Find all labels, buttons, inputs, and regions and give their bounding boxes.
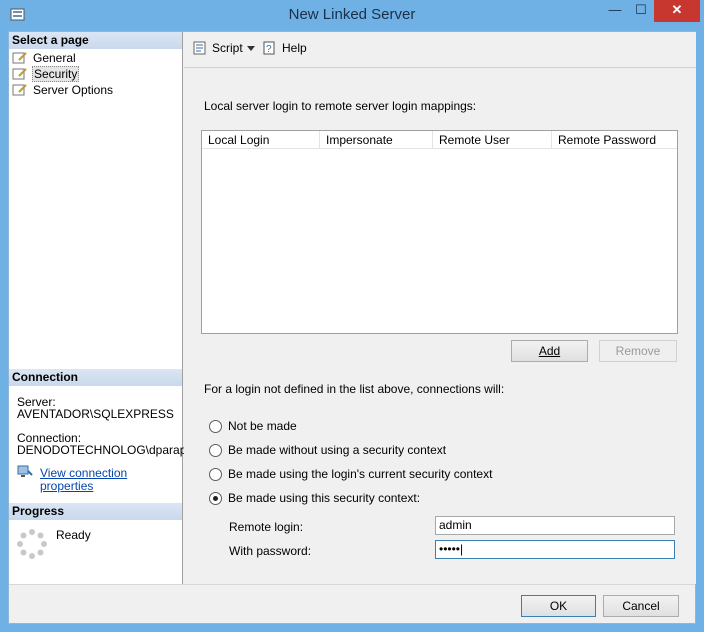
add-label: Add: [538, 344, 561, 358]
maximize-button[interactable]: ☐: [628, 0, 654, 22]
minimize-button[interactable]: —: [602, 0, 628, 22]
page-item-label: Server Options: [33, 83, 114, 97]
close-button[interactable]: ✕: [654, 0, 700, 22]
progress-header: Progress: [9, 503, 182, 520]
remove-button[interactable]: Remove: [599, 340, 677, 362]
mappings-label: Local server login to remote server logi…: [204, 99, 477, 113]
dialog-client: Select a page General Security Server Op…: [8, 31, 696, 624]
connections-label: For a login not defined in the list abov…: [204, 382, 505, 396]
page-item-security[interactable]: Security: [12, 66, 80, 82]
svg-text:?: ?: [266, 44, 272, 55]
option-label: Be made using the login's current securi…: [228, 467, 493, 481]
add-button[interactable]: Add: [511, 340, 588, 362]
cancel-button[interactable]: Cancel: [603, 595, 679, 617]
toolbar: Script ? Help: [184, 32, 696, 68]
new-linked-server-window: New Linked Server — ☐ ✕ Select a page Ge…: [0, 0, 704, 632]
help-icon: ?: [263, 41, 275, 55]
title-bar[interactable]: New Linked Server — ☐ ✕: [0, 0, 704, 30]
page-item-general[interactable]: General: [12, 50, 77, 66]
option-current-security-context[interactable]: Be made using the login's current securi…: [209, 467, 492, 481]
wrench-page-icon: [12, 68, 27, 80]
progress-status: Ready: [56, 528, 91, 542]
option-this-security-context[interactable]: Be made using this security context:: [209, 491, 420, 505]
option-label: Be made without using a security context: [228, 443, 447, 457]
radio-button[interactable]: [209, 443, 222, 457]
server-value: AVENTADOR\SQLEXPRESS: [17, 407, 174, 421]
remote-login-field[interactable]: admin: [435, 516, 675, 535]
script-dropdown[interactable]: [247, 41, 255, 55]
page-item-label: Security: [32, 66, 80, 82]
remote-login-label: Remote login:: [229, 520, 304, 534]
password-field[interactable]: •••••|: [435, 540, 675, 559]
option-not-be-made[interactable]: Not be made: [209, 419, 297, 433]
help-button[interactable]: ? Help: [262, 41, 307, 55]
window-title: New Linked Server: [288, 6, 416, 23]
script-icon: [193, 41, 206, 55]
password-label: With password:: [229, 544, 312, 558]
remove-label: Remove: [615, 344, 661, 358]
connection-value: DENODOTECHNOLOG\dparapar: [17, 443, 198, 457]
page-item-label: General: [33, 51, 76, 65]
page-item-server-options[interactable]: Server Options: [12, 82, 114, 98]
column-header[interactable]: Remote Password: [552, 131, 677, 148]
wrench-page-icon: [12, 84, 27, 96]
connection-properties-icon: [17, 465, 33, 477]
wrench-page-icon: [12, 52, 27, 64]
script-label: Script: [212, 41, 243, 55]
chevron-down-icon: [247, 46, 255, 51]
dialog-footer: OK Cancel: [9, 584, 695, 623]
grid-header: Local Login Impersonate Remote User Remo…: [202, 131, 677, 149]
right-pane: Script ? Help Local server login to remo…: [184, 32, 696, 584]
option-without-security-context[interactable]: Be made without using a security context: [209, 443, 446, 457]
ok-button[interactable]: OK: [521, 595, 596, 617]
column-header[interactable]: Remote User: [433, 131, 552, 148]
left-pane: Select a page General Security Server Op…: [9, 32, 197, 584]
option-label: Be made using this security context:: [228, 491, 421, 505]
connection-header: Connection: [9, 369, 182, 386]
radio-button[interactable]: [209, 419, 222, 433]
radio-button[interactable]: [209, 491, 222, 505]
column-header[interactable]: Local Login: [202, 131, 320, 148]
ok-label: OK: [549, 599, 568, 613]
option-label: Not be made: [228, 419, 297, 433]
column-header[interactable]: Impersonate: [320, 131, 433, 148]
cancel-label: Cancel: [622, 599, 660, 613]
progress-spinner-icon: [17, 529, 47, 559]
script-button[interactable]: Script: [192, 41, 243, 55]
login-mappings-grid[interactable]: Local Login Impersonate Remote User Remo…: [201, 130, 678, 334]
help-label: Help: [282, 41, 307, 55]
radio-button[interactable]: [209, 467, 222, 481]
select-page-header: Select a page: [9, 32, 182, 49]
view-connection-properties-link[interactable]: View connection properties: [40, 467, 182, 493]
